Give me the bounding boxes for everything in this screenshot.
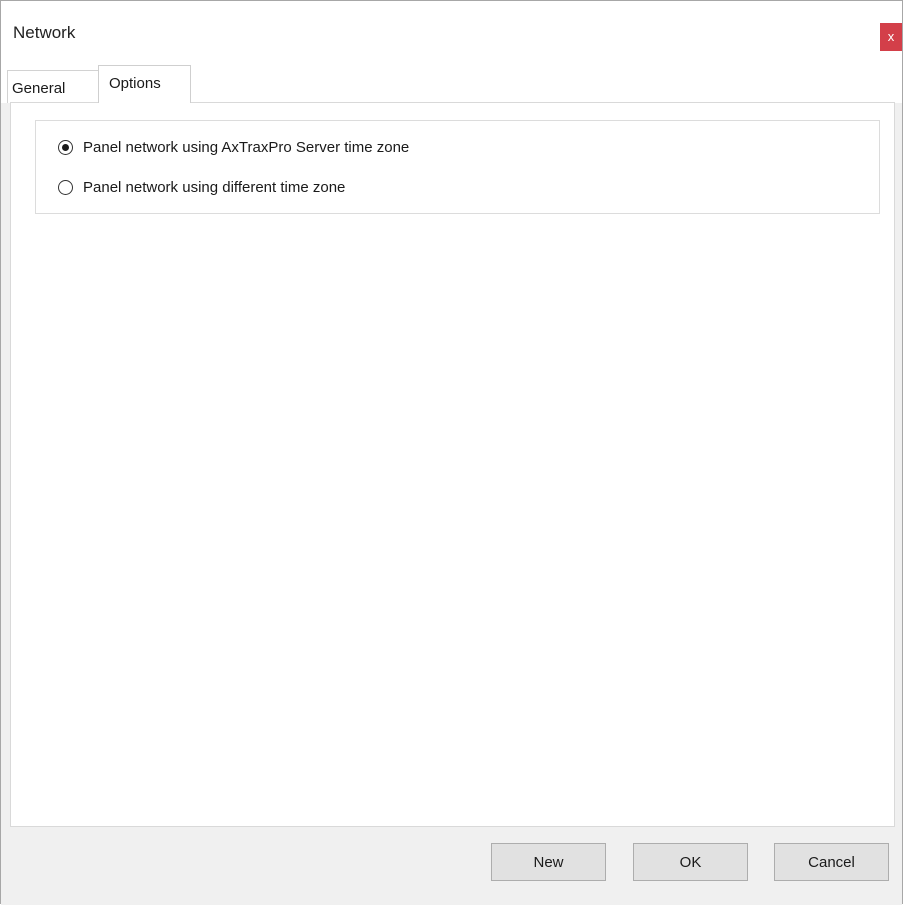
tab-strip: General Options bbox=[1, 65, 902, 103]
tab-options[interactable]: Options bbox=[98, 65, 191, 103]
different-time-zone-label: Panel network using different time zone bbox=[83, 179, 346, 196]
new-button[interactable]: New bbox=[491, 843, 606, 881]
tab-general-label: General bbox=[12, 80, 66, 97]
close-icon: x bbox=[887, 29, 895, 44]
radio-unchecked-icon[interactable] bbox=[58, 180, 73, 195]
title-bar: Network x bbox=[1, 1, 902, 65]
ok-button[interactable]: OK bbox=[633, 843, 748, 881]
close-button[interactable]: x bbox=[880, 23, 902, 51]
cancel-button[interactable]: Cancel bbox=[774, 843, 889, 881]
server-time-zone-option[interactable]: Panel network using AxTraxPro Server tim… bbox=[58, 139, 409, 156]
window-title: Network bbox=[13, 23, 76, 42]
different-time-zone-option[interactable]: Panel network using different time zone bbox=[58, 179, 345, 196]
options-tab-panel: Panel network using AxTraxPro Server tim… bbox=[10, 102, 895, 827]
network-dialog: Network x General Options Panel network … bbox=[0, 0, 903, 905]
tab-options-label: Options bbox=[109, 75, 161, 92]
time-zone-group: Panel network using AxTraxPro Server tim… bbox=[35, 120, 880, 214]
radio-checked-icon[interactable] bbox=[58, 140, 73, 155]
tab-general[interactable]: General bbox=[7, 70, 99, 103]
server-time-zone-label: Panel network using AxTraxPro Server tim… bbox=[83, 139, 410, 156]
button-bar: New OK Cancel bbox=[1, 827, 902, 905]
